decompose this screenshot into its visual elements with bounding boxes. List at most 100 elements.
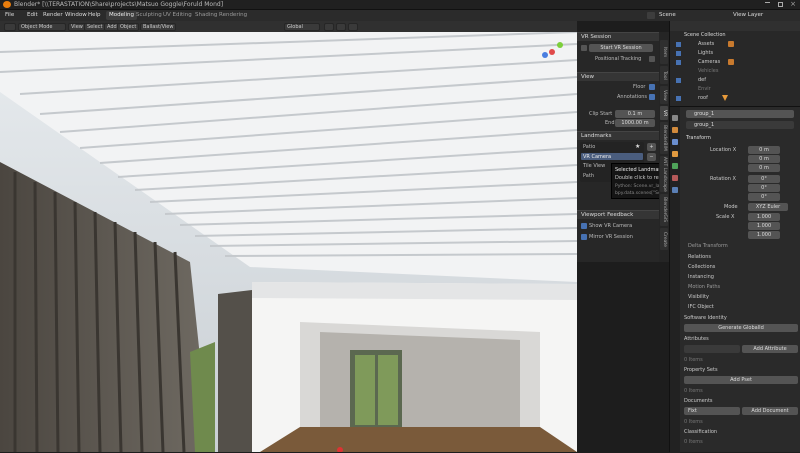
scene-collection[interactable]: Scene Collection (684, 32, 726, 38)
clip-end-field[interactable]: 1000.00 m (615, 119, 655, 127)
object-tab-icon[interactable] (672, 127, 678, 133)
pivot-icon[interactable] (324, 23, 334, 31)
modifier-tab-icon[interactable] (672, 139, 678, 145)
viewport-feedback-header[interactable]: Viewport Feedback (577, 210, 659, 219)
outliner-item[interactable]: roof (698, 95, 708, 101)
attribute-select[interactable] (684, 345, 740, 353)
clip-start-field[interactable]: 0.1 m (615, 110, 655, 118)
location-x-label: Location X (710, 147, 737, 153)
menu-help[interactable]: Help (85, 11, 104, 20)
minimize-icon[interactable] (765, 2, 770, 3)
section-ifc-object[interactable]: IFC Object (688, 304, 714, 310)
mode-selector[interactable]: Object Mode (18, 23, 66, 31)
outliner-item[interactable]: Vehicles (698, 68, 719, 74)
menu-file[interactable]: File (2, 11, 17, 20)
menu-select[interactable]: Select (84, 23, 106, 31)
menu-edit[interactable]: Edit (24, 11, 41, 20)
vr-session-header[interactable]: VR Session (577, 32, 659, 41)
navigation-gizmo[interactable] (540, 40, 566, 66)
checkbox-icon[interactable] (676, 51, 681, 56)
location-x-field[interactable]: 0 m (748, 146, 780, 154)
mirror-vr-session-checkbox[interactable] (581, 234, 587, 240)
outliner-item[interactable]: Cameras (698, 59, 720, 65)
view-header[interactable]: View (577, 72, 659, 81)
checkbox-icon[interactable] (676, 42, 681, 47)
floor-checkbox[interactable] (649, 84, 655, 90)
location-z-field[interactable]: 0 m (748, 164, 780, 172)
tab-blendergis[interactable]: BlenderGIS (660, 194, 668, 226)
section-collections[interactable]: Collections (688, 264, 715, 270)
menu-object[interactable]: Object (117, 23, 140, 31)
data-tab-icon[interactable] (672, 175, 678, 181)
tab-item[interactable]: Item (660, 40, 668, 64)
list-item[interactable]: Tile View (583, 163, 605, 169)
proportional-icon[interactable] (348, 23, 358, 31)
gizmo-y-icon[interactable] (557, 42, 563, 48)
tab-uv-editing[interactable]: UV Editing (160, 11, 195, 20)
remove-landmark-button[interactable]: − (647, 153, 656, 161)
checkbox-icon[interactable] (676, 96, 681, 101)
section-motion-paths[interactable]: Motion Paths (688, 284, 720, 290)
checkbox-icon[interactable] (676, 78, 681, 83)
rotation-z-field[interactable]: 0° (748, 193, 780, 201)
tab-blenderbim[interactable]: BlenderBIM (660, 122, 668, 154)
section-visibility[interactable]: Visibility (688, 294, 709, 300)
scene-selector[interactable]: Scene (656, 11, 679, 20)
positional-tracking-checkbox[interactable] (649, 56, 655, 62)
constraints-tab-icon[interactable] (672, 163, 678, 169)
transform-header[interactable]: Transform (686, 135, 711, 141)
landmarks-header[interactable]: Landmarks (577, 131, 659, 140)
gizmo-z-icon[interactable] (542, 52, 548, 58)
tab-rendering[interactable]: Rendering (216, 11, 250, 20)
outliner-item[interactable]: Envir (698, 86, 711, 92)
tool-tab-icon[interactable] (672, 115, 678, 121)
material-tab-icon[interactable] (672, 187, 678, 193)
location-y-field[interactable]: 0 m (748, 155, 780, 163)
tab-tool[interactable]: Tool (660, 66, 668, 84)
start-vr-session-button[interactable]: Start VR Session (589, 44, 653, 52)
data-name-field[interactable]: group_1 (686, 121, 794, 129)
scale-z-field[interactable]: 1.000 (748, 231, 780, 239)
gizmo-x-icon[interactable] (549, 49, 555, 55)
3d-viewport[interactable] (0, 32, 577, 452)
tab-vr[interactable]: VR (660, 106, 668, 120)
rotation-x-field[interactable]: 0° (748, 175, 780, 183)
add-landmark-button[interactable]: + (647, 143, 656, 151)
menu-extra[interactable]: Ballast/View (140, 23, 177, 31)
rotation-y-field[interactable]: 0° (748, 184, 780, 192)
vr-session-checkbox[interactable] (581, 45, 587, 51)
scale-y-field[interactable]: 1.000 (748, 222, 780, 230)
star-icon[interactable]: ★ (635, 143, 640, 150)
section-instancing[interactable]: Instancing (688, 274, 714, 280)
scale-x-field[interactable]: 1.000 (748, 213, 780, 221)
editor-type-icon[interactable] (4, 23, 16, 31)
checkbox-icon[interactable] (676, 60, 681, 65)
view-layer-selector[interactable]: View Layer (730, 11, 766, 20)
maximize-icon[interactable] (778, 2, 783, 7)
list-item[interactable]: Patio (583, 144, 595, 150)
tab-ant-landscape[interactable]: ANT Landscape (660, 156, 668, 192)
list-item[interactable]: VR Camera (583, 154, 611, 160)
document-select[interactable]: Fixt (684, 407, 740, 415)
add-pset-button[interactable]: Add Pset (684, 376, 798, 384)
rotation-mode-select[interactable]: XYZ Euler (748, 203, 788, 211)
scene-icon[interactable] (647, 12, 655, 19)
tab-create[interactable]: Create (660, 228, 668, 250)
generate-globalid-button[interactable]: Generate GlobalId (684, 324, 798, 332)
snap-icon[interactable] (336, 23, 346, 31)
physics-tab-icon[interactable] (672, 151, 678, 157)
section-delta-transform[interactable]: Delta Transform (688, 243, 728, 249)
add-attribute-button[interactable]: Add Attribute (742, 345, 798, 353)
show-vr-camera-checkbox[interactable] (581, 223, 587, 229)
outliner-item[interactable]: Assets (698, 41, 714, 47)
orientation-selector[interactable]: Global (284, 23, 320, 31)
object-name-field[interactable]: group_1 (686, 110, 794, 118)
annotations-checkbox[interactable] (649, 94, 655, 100)
close-icon[interactable]: × (790, 0, 796, 8)
outliner-item[interactable]: Lights (698, 50, 713, 56)
list-item[interactable]: Path (583, 173, 594, 179)
add-document-button[interactable]: Add Document (742, 407, 798, 415)
section-relations[interactable]: Relations (688, 254, 711, 260)
tab-view[interactable]: View (660, 86, 668, 104)
outliner-item[interactable]: def (698, 77, 706, 83)
